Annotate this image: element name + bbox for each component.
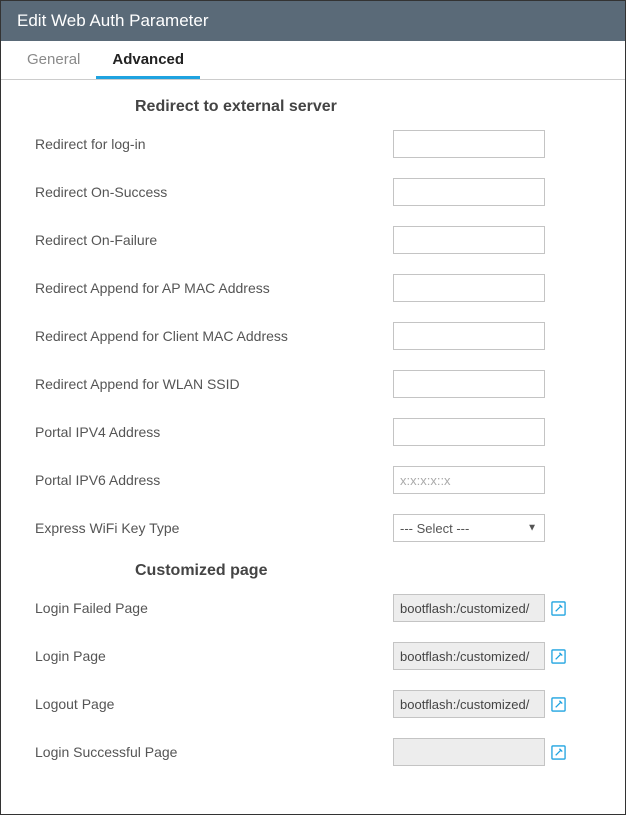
input-portal-ipv4[interactable] (393, 418, 545, 446)
section-redirect-title: Redirect to external server (135, 98, 601, 116)
label-redirect-failure: Redirect On-Failure (35, 232, 393, 248)
row-redirect-ssid: Redirect Append for WLAN SSID (35, 370, 601, 398)
edit-web-auth-panel: Edit Web Auth Parameter General Advanced… (0, 0, 626, 815)
label-portal-ipv4: Portal IPV4 Address (35, 424, 393, 440)
edit-icon[interactable] (551, 697, 566, 712)
edit-icon[interactable] (551, 601, 566, 616)
label-login-success-page: Login Successful Page (35, 744, 393, 760)
label-portal-ipv6: Portal IPV6 Address (35, 472, 393, 488)
row-redirect-client-mac: Redirect Append for Client MAC Address (35, 322, 601, 350)
panel-title: Edit Web Auth Parameter (1, 1, 625, 41)
input-login-page[interactable] (393, 642, 545, 670)
label-redirect-client-mac: Redirect Append for Client MAC Address (35, 328, 393, 344)
label-redirect-ap-mac: Redirect Append for AP MAC Address (35, 280, 393, 296)
label-login-failed-page: Login Failed Page (35, 600, 393, 616)
input-redirect-ssid[interactable] (393, 370, 545, 398)
row-login-failed-page: Login Failed Page (35, 594, 601, 622)
label-redirect-success: Redirect On-Success (35, 184, 393, 200)
row-logout-page: Logout Page (35, 690, 601, 718)
select-express-wifi[interactable]: --- Select --- (393, 514, 545, 542)
input-login-success-page[interactable] (393, 738, 545, 766)
input-portal-ipv6[interactable] (393, 466, 545, 494)
input-redirect-client-mac[interactable] (393, 322, 545, 350)
row-express-wifi: Express WiFi Key Type --- Select --- ▼ (35, 514, 601, 542)
label-logout-page: Logout Page (35, 696, 393, 712)
label-redirect-login: Redirect for log-in (35, 136, 393, 152)
input-redirect-failure[interactable] (393, 226, 545, 254)
input-logout-page[interactable] (393, 690, 545, 718)
input-login-failed-page[interactable] (393, 594, 545, 622)
label-login-page: Login Page (35, 648, 393, 664)
content-area: Redirect to external server Redirect for… (1, 80, 625, 814)
row-portal-ipv6: Portal IPV6 Address (35, 466, 601, 494)
edit-icon[interactable] (551, 649, 566, 664)
edit-icon[interactable] (551, 745, 566, 760)
section-customized-title: Customized page (135, 562, 601, 580)
row-login-success-page: Login Successful Page (35, 738, 601, 766)
row-redirect-ap-mac: Redirect Append for AP MAC Address (35, 274, 601, 302)
tab-bar: General Advanced (1, 41, 625, 80)
row-login-page: Login Page (35, 642, 601, 670)
input-redirect-login[interactable] (393, 130, 545, 158)
label-redirect-ssid: Redirect Append for WLAN SSID (35, 376, 393, 392)
row-portal-ipv4: Portal IPV4 Address (35, 418, 601, 446)
tab-advanced[interactable]: Advanced (96, 41, 200, 79)
input-redirect-success[interactable] (393, 178, 545, 206)
input-redirect-ap-mac[interactable] (393, 274, 545, 302)
label-express-wifi: Express WiFi Key Type (35, 520, 393, 536)
row-redirect-login: Redirect for log-in (35, 130, 601, 158)
row-redirect-failure: Redirect On-Failure (35, 226, 601, 254)
tab-general[interactable]: General (11, 41, 96, 79)
row-redirect-success: Redirect On-Success (35, 178, 601, 206)
